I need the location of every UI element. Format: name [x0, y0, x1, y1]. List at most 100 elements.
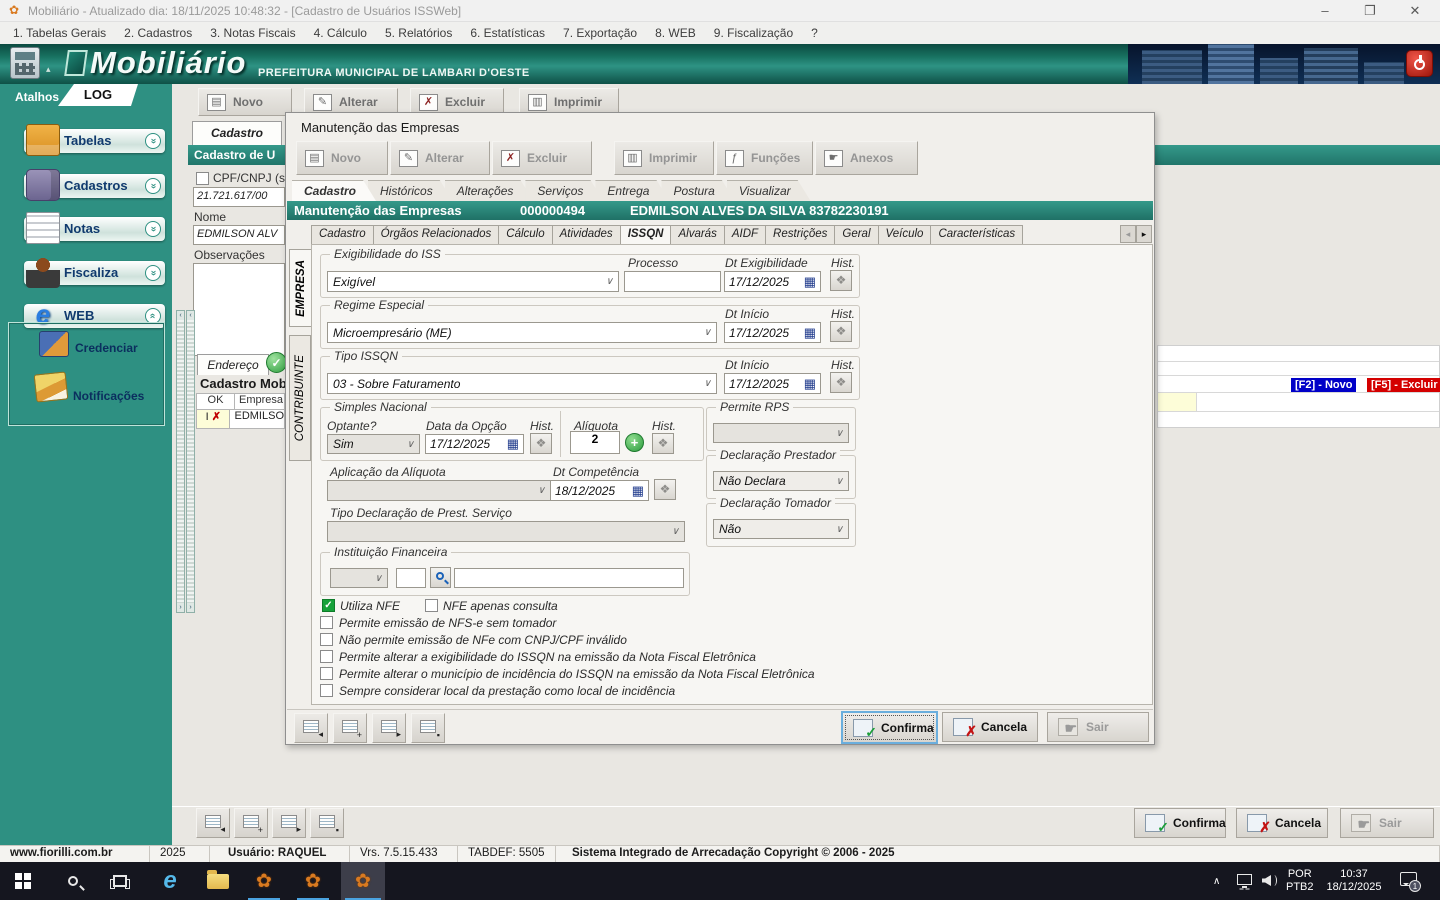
vertical-scrollbar[interactable]: ‹›: [186, 310, 195, 613]
processo-field[interactable]: [624, 271, 721, 292]
data-opcao-field[interactable]: 17/12/2025▦: [425, 434, 524, 454]
taskbar-app2-button[interactable]: ✿: [293, 862, 333, 900]
log-tab[interactable]: LOG: [58, 84, 138, 106]
cpf-field[interactable]: 21.721.617/00: [193, 187, 285, 207]
observacoes-textarea[interactable]: [193, 263, 285, 356]
tab-entrega[interactable]: Entrega: [595, 180, 669, 201]
itab-calculo[interactable]: Cálculo: [499, 225, 552, 245]
dialog-alterar-button[interactable]: ✎ Alterar: [390, 141, 490, 175]
tab-historicos[interactable]: Históricos: [368, 180, 453, 201]
itab-alvaras[interactable]: Alvarás: [671, 225, 724, 245]
clock[interactable]: 10:3718/12/2025: [1322, 868, 1386, 894]
vertical-scrollbar[interactable]: ‹›: [176, 310, 185, 613]
sidebar-item-notas[interactable]: Notas »: [24, 217, 165, 241]
taskbar-app1-button[interactable]: ✿: [244, 862, 284, 900]
bg-tab-cadastro[interactable]: Cadastro: [192, 121, 282, 145]
menu-help[interactable]: ?: [802, 24, 827, 42]
permite-rps-select[interactable]: ∨: [713, 423, 849, 443]
itab-issqn[interactable]: ISSQN: [621, 225, 672, 245]
add-aliquota-button[interactable]: +: [625, 433, 644, 452]
decl-prestador-select[interactable]: Não Declara∨: [713, 471, 849, 491]
cpf-checkbox[interactable]: [196, 172, 209, 185]
hist-button[interactable]: ❖: [654, 479, 676, 500]
regime-select[interactable]: Microempresário (ME)∨: [327, 322, 717, 343]
alterar-municipio-checkbox[interactable]: [320, 667, 333, 680]
cnpj-invalido-checkbox[interactable]: [320, 633, 333, 646]
close-button[interactable]: ✕: [1400, 3, 1430, 19]
main-sair-button[interactable]: ☛ Sair: [1340, 808, 1434, 838]
itab-cadastro[interactable]: Cadastro: [311, 225, 374, 245]
taskbar-app3-button-active[interactable]: ✿: [341, 862, 385, 900]
vtab-contribuinte[interactable]: CONTRIBUINTE: [289, 335, 311, 461]
nome-field[interactable]: EDMILSON ALV: [193, 225, 285, 245]
network-icon[interactable]: [1237, 874, 1252, 885]
itab-atividades[interactable]: Atividades: [553, 225, 621, 245]
tab-scroll-left-icon[interactable]: ◂: [1120, 225, 1136, 243]
itab-caracteristicas[interactable]: Características: [931, 225, 1023, 245]
itab-veiculo[interactable]: Veículo: [879, 225, 932, 245]
aliquota-field[interactable]: 2: [570, 431, 620, 454]
hist-button[interactable]: ❖: [830, 321, 852, 342]
main-cancela-button[interactable]: ✗ Cancela: [1236, 808, 1328, 838]
alterar-exigibilidade-checkbox[interactable]: [320, 650, 333, 663]
inst-fin-select[interactable]: ∨: [330, 568, 388, 588]
chevron-down-icon[interactable]: »: [145, 221, 161, 237]
hist-button[interactable]: ❖: [830, 270, 852, 291]
chevron-down-icon[interactable]: »: [145, 133, 161, 149]
tipo-issqn-select[interactable]: 03 - Sobre Faturamento∨: [327, 373, 717, 394]
optante-select[interactable]: Sim∨: [327, 434, 420, 454]
tab-servicos[interactable]: Serviços: [525, 180, 603, 201]
menu-estatisticas[interactable]: 6. Estatísticas: [461, 24, 554, 42]
menu-notas-fiscais[interactable]: 3. Notas Fiscais: [201, 24, 304, 42]
table-row[interactable]: I ✗ EDMILSO: [197, 410, 284, 428]
dialog-cancela-button[interactable]: ✗ Cancela: [942, 712, 1038, 742]
calendar-icon[interactable]: ▦: [804, 277, 816, 287]
dialog-excluir-button[interactable]: ✗ Excluir: [492, 141, 592, 175]
itab-aidf[interactable]: AIDF: [725, 225, 766, 245]
language-indicator[interactable]: PORPTB2: [1286, 868, 1314, 894]
calendar-icon[interactable]: ▦: [804, 328, 816, 338]
menu-relatorios[interactable]: 5. Relatórios: [376, 24, 461, 42]
taskbar-ie-button[interactable]: e: [150, 862, 190, 900]
dialog-funcoes-button[interactable]: ƒ Funções: [716, 141, 813, 175]
inst-fin-name-field[interactable]: [454, 568, 684, 588]
sidebar-item-fiscaliza[interactable]: Fiscaliza »: [24, 261, 165, 285]
nfse-sem-tomador-checkbox[interactable]: [320, 616, 333, 629]
power-button[interactable]: [1406, 50, 1433, 77]
itab-restricoes[interactable]: Restrições: [766, 225, 835, 245]
hist-button[interactable]: ❖: [652, 433, 674, 454]
tipo-declaracao-select[interactable]: ∨: [327, 521, 685, 542]
chevron-down-icon[interactable]: »: [145, 178, 161, 194]
vtab-empresa[interactable]: EMPRESA: [289, 249, 311, 327]
sidebar-item-credenciar[interactable]: Credenciar: [75, 341, 138, 355]
dialog-confirma-button[interactable]: ✓ Confirma: [841, 711, 938, 744]
decl-tomador-select[interactable]: Não∨: [713, 519, 849, 539]
chevron-down-icon[interactable]: »: [145, 265, 161, 281]
endereco-tab[interactable]: Endereço: [197, 354, 269, 375]
record-first-button[interactable]: ◂: [196, 808, 230, 838]
tray-chevron-icon[interactable]: ∧: [1213, 875, 1220, 888]
calendar-icon[interactable]: ▦: [804, 379, 816, 389]
sidebar-item-tabelas[interactable]: Tabelas »: [24, 129, 165, 153]
dt-exigibilidade-field[interactable]: 17/12/2025▦: [724, 271, 821, 292]
record-prev-button[interactable]: +: [333, 713, 367, 743]
taskbar-search-button[interactable]: [53, 862, 93, 900]
main-confirma-button[interactable]: ✓ Confirma: [1134, 808, 1226, 838]
speaker-icon[interactable]: [1262, 875, 1271, 886]
itab-geral[interactable]: Geral: [835, 225, 878, 245]
tab-scroll-right-icon[interactable]: ▸: [1136, 225, 1152, 243]
menu-tabelas-gerais[interactable]: 1. Tabelas Gerais: [4, 24, 115, 42]
maximize-button[interactable]: ❐: [1355, 3, 1385, 19]
dt-competencia-field[interactable]: 18/12/2025▦: [550, 480, 649, 501]
menu-web[interactable]: 8. WEB: [646, 24, 705, 42]
tab-postura[interactable]: Postura: [661, 180, 734, 201]
menu-calculo[interactable]: 4. Cálculo: [305, 24, 376, 42]
exigibilidade-select[interactable]: Exigível∨: [327, 271, 619, 292]
utiliza-nfe-checkbox[interactable]: ✓: [322, 599, 335, 612]
record-first-button[interactable]: ◂: [294, 713, 328, 743]
record-last-button[interactable]: ▪: [411, 713, 445, 743]
search-button[interactable]: [430, 567, 451, 588]
aplicacao-select[interactable]: ∨: [327, 480, 551, 501]
tab-cadastro[interactable]: Cadastro: [292, 180, 376, 201]
menu-exportacao[interactable]: 7. Exportação: [554, 24, 646, 42]
